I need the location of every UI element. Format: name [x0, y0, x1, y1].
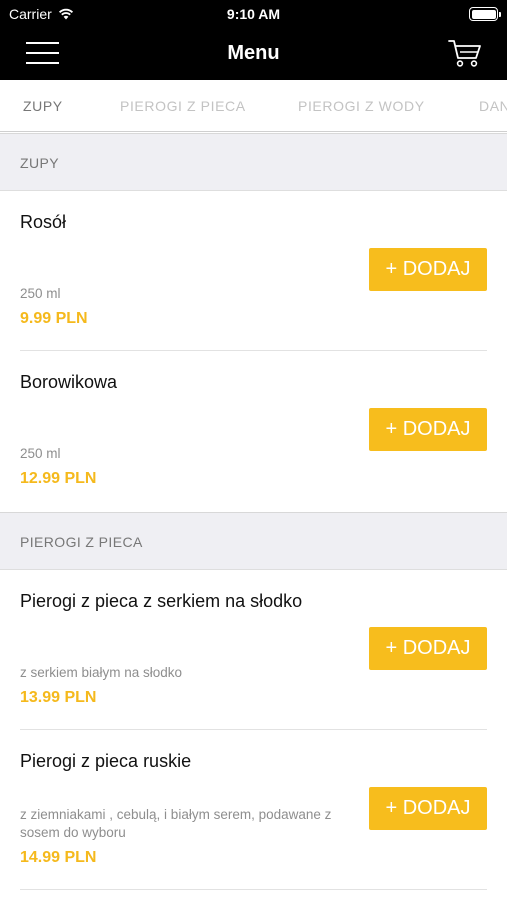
cart-icon[interactable] — [448, 38, 482, 68]
status-bar: Carrier 9:10 AM — [0, 0, 507, 28]
item-price: 13.99 PLN — [20, 689, 97, 706]
add-to-cart-button[interactable]: + DODAJ — [369, 627, 487, 670]
item-name: Pierogi z pieca ruskie — [20, 751, 192, 771]
menu-item: Rosół 250 ml 9.99 PLN + DODAJ — [0, 191, 507, 351]
item-price: 14.99 PLN — [20, 849, 97, 866]
section-header: PIEROGI Z PIECA — [0, 512, 507, 570]
section-title: PIEROGI Z PIECA — [20, 534, 143, 550]
item-name: Borowikowa — [20, 372, 118, 392]
menu-item: Pierogi z pieca ruskie z ziemniakami , c… — [0, 730, 507, 890]
nav-bar: Menu — [0, 28, 507, 80]
item-description: z ziemniakami , cebulą, i białym serem, … — [20, 807, 332, 840]
add-to-cart-button[interactable]: + DODAJ — [369, 787, 487, 830]
section-title: ZUPY — [20, 155, 59, 171]
divider — [20, 889, 487, 890]
item-description: 250 ml — [20, 286, 61, 301]
item-price: 12.99 PLN — [20, 470, 97, 487]
tab-dania[interactable]: DANIA — [479, 98, 507, 114]
section-header: ZUPY — [0, 133, 507, 191]
page-title: Menu — [227, 42, 280, 64]
add-to-cart-button[interactable]: + DODAJ — [369, 408, 487, 451]
menu-item: Pierogi z pieca z serkiem na słodko z se… — [0, 570, 507, 730]
status-time: 9:10 AM — [226, 6, 281, 22]
item-description: z serkiem białym na słodko — [20, 665, 183, 680]
item-description: 250 ml — [20, 446, 61, 461]
item-name: Rosół — [20, 212, 67, 232]
item-name: Pierogi z pieca z serkiem na słodko — [20, 591, 303, 611]
category-tabs: ZUPY PIEROGI Z PIECA PIEROGI Z WODY DANI… — [0, 80, 507, 132]
menu-item: Borowikowa 250 ml 12.99 PLN + DODAJ — [0, 351, 507, 511]
tab-pierogi-z-wody[interactable]: PIEROGI Z WODY — [298, 98, 425, 114]
battery-icon — [469, 7, 501, 21]
add-to-cart-button[interactable]: + DODAJ — [369, 248, 487, 291]
tab-pierogi-z-pieca[interactable]: PIEROGI Z PIECA — [120, 98, 246, 114]
tab-zupy[interactable]: ZUPY — [23, 98, 63, 114]
item-price: 9.99 PLN — [20, 310, 88, 327]
